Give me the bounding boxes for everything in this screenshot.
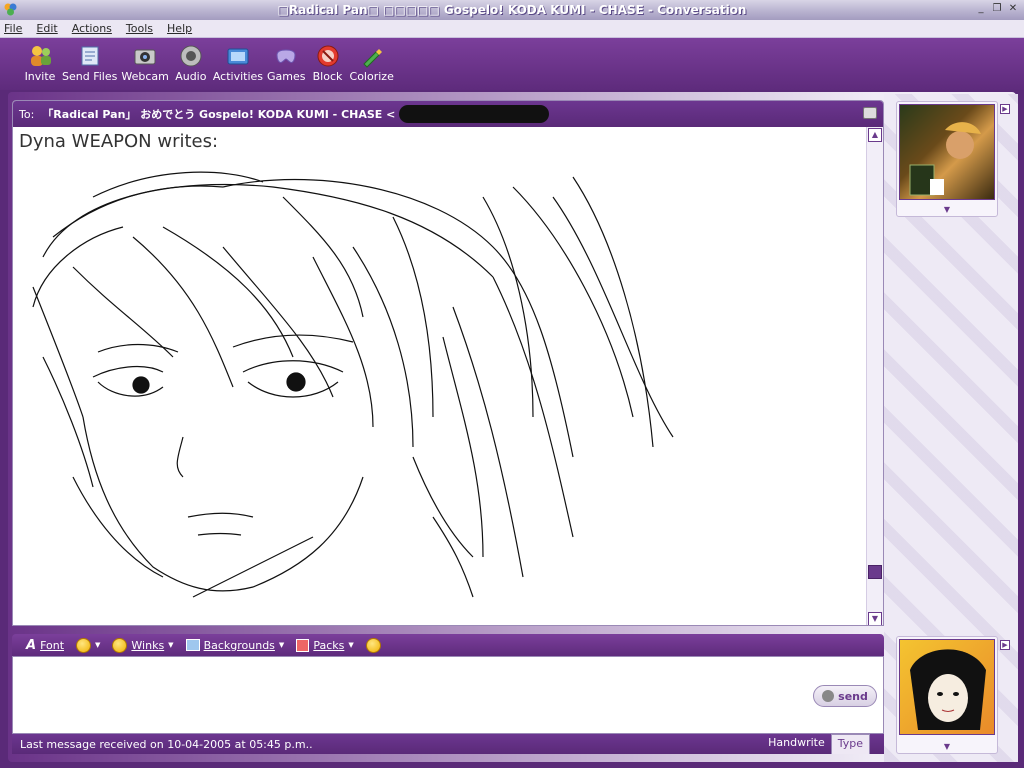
font-label: Font	[40, 638, 65, 652]
window-controls: _ ❐ ✕	[974, 3, 1020, 16]
main-toolbar: Invite Send Files Webcam Audio Activitie…	[0, 38, 1024, 90]
send-icon	[822, 690, 835, 702]
status-text: Last message received on 10-04-2005 at 0…	[20, 738, 313, 751]
my-avatar-art	[910, 649, 986, 730]
message-sender-header: Dyna WEAPON writes:	[19, 131, 219, 152]
webcam-icon	[131, 43, 159, 69]
invite-button[interactable]: Invite	[22, 38, 58, 90]
audio-icon	[177, 43, 205, 69]
colorize-icon	[358, 43, 386, 69]
nudge-button[interactable]	[365, 637, 381, 653]
font-icon: A	[26, 637, 37, 653]
my-avatar	[899, 639, 995, 735]
tab-type[interactable]: Type	[830, 734, 870, 754]
backgrounds-icon	[185, 639, 200, 651]
audio-button[interactable]: Audio	[173, 38, 209, 90]
webcam-button[interactable]: Webcam	[121, 38, 169, 90]
chevron-down-icon: ▼	[95, 641, 101, 649]
to-bar: To: 「Radical Pan」 おめでとう Gospelo! KODA KU…	[13, 101, 883, 127]
contact-display-picture[interactable]: ▼	[896, 101, 998, 217]
menu-tools[interactable]: Tools	[126, 22, 153, 35]
games-icon	[272, 43, 300, 69]
chevron-down-icon: ▼	[348, 641, 354, 649]
send-files-button[interactable]: Send Files	[62, 38, 117, 90]
activities-button[interactable]: Activities	[213, 38, 263, 90]
chevron-down-icon[interactable]: ▼	[897, 205, 997, 214]
packs-label: Packs	[313, 638, 345, 652]
chevron-down-icon: ▼	[168, 641, 174, 649]
scroll-down-icon[interactable]: ▼	[868, 612, 882, 625]
close-icon[interactable]: ✕	[1006, 3, 1020, 16]
invite-label: Invite	[24, 70, 56, 83]
window-title: □Radical Pan□ □□□□□ Gospelo! KODA KUMI -…	[277, 3, 747, 17]
activities-label: Activities	[212, 70, 264, 83]
send-button[interactable]: send	[813, 685, 877, 707]
message-history[interactable]: Dyna WEAPON writes:	[13, 127, 867, 625]
colorize-button[interactable]: Colorize	[350, 38, 394, 90]
status-bar: Last message received on 10-04-2005 at 0…	[12, 734, 884, 754]
games-label: Games	[267, 70, 306, 83]
camera-icon[interactable]	[863, 107, 877, 119]
nudge-icon	[365, 637, 381, 653]
to-label: To:	[19, 107, 35, 121]
restore-icon[interactable]: ❐	[990, 3, 1004, 16]
colorize-label: Colorize	[349, 70, 394, 83]
menu-edit[interactable]: Edit	[36, 22, 57, 35]
contact-avatar-art	[909, 122, 981, 196]
invite-icon	[26, 43, 54, 69]
send-files-label: Send Files	[62, 70, 118, 83]
minimize-icon[interactable]: _	[974, 3, 988, 16]
chevron-down-icon: ▼	[278, 641, 285, 649]
emoticon-icon	[76, 637, 92, 653]
scroll-thumb[interactable]	[868, 565, 882, 579]
packs-button[interactable]: Packs ▼	[296, 638, 354, 652]
backgrounds-button[interactable]: Backgrounds ▼	[185, 638, 285, 652]
my-display-picture[interactable]: ▼	[896, 636, 998, 754]
handwritten-sketch	[32, 171, 674, 598]
contact-name[interactable]: 「Radical Pan」 おめでとう Gospelo! KODA KUMI -…	[42, 106, 395, 122]
input-mode-tabs: Handwrite Type	[762, 734, 870, 754]
input-toolbar: A Font ▼ Winks ▼ Backgrounds ▼ Packs ▼	[12, 634, 884, 656]
games-button[interactable]: Games	[267, 38, 306, 90]
font-button[interactable]: A Font	[26, 638, 64, 653]
title-bar: □Radical Pan□ □□□□□ Gospelo! KODA KUMI -…	[0, 0, 1024, 20]
conversation-panel: To: 「Radical Pan」 おめでとう Gospelo! KODA KU…	[12, 100, 884, 626]
menu-bar: File Edit Actions Tools Help	[0, 20, 1024, 38]
message-input[interactable]: send	[12, 656, 884, 734]
contact-avatar	[899, 104, 995, 200]
activities-icon	[224, 43, 252, 69]
redacted-email	[399, 105, 550, 123]
winks-label: Winks	[131, 638, 165, 652]
tab-handwrite[interactable]: Handwrite	[762, 734, 831, 754]
send-files-icon	[76, 43, 104, 69]
emoticons-button[interactable]: ▼	[76, 637, 101, 653]
backgrounds-label: Backgrounds	[203, 638, 275, 652]
expand-arrow-icon[interactable]: ▶	[1000, 640, 1010, 650]
block-label: Block	[312, 70, 343, 83]
block-button[interactable]: Block	[310, 38, 346, 90]
webcam-label: Webcam	[121, 70, 169, 83]
menu-file[interactable]: File	[4, 22, 22, 35]
audio-label: Audio	[175, 70, 207, 83]
message-scrollbar[interactable]: ▲ ▼	[866, 127, 883, 625]
menu-actions[interactable]: Actions	[72, 22, 112, 35]
chevron-down-icon[interactable]: ▼	[897, 742, 997, 751]
menu-help[interactable]: Help	[167, 22, 192, 35]
expand-arrow-icon[interactable]: ▶	[1000, 104, 1010, 114]
winks-button[interactable]: Winks ▼	[112, 637, 174, 653]
scroll-up-icon[interactable]: ▲	[868, 128, 882, 142]
wink-icon	[112, 637, 128, 653]
block-icon	[314, 43, 342, 69]
packs-icon	[296, 638, 310, 652]
send-label: send	[838, 689, 868, 703]
